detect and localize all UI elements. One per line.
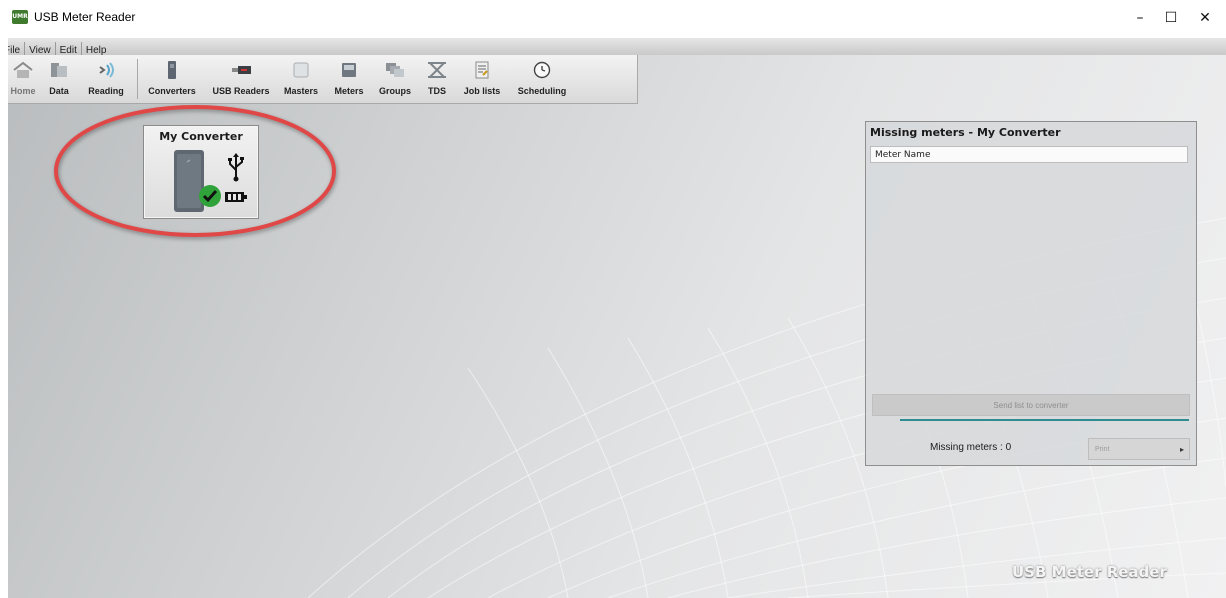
clock-icon xyxy=(533,61,551,79)
print-label: Print xyxy=(1095,446,1110,453)
battery-icon xyxy=(225,192,247,202)
converter-device-icon xyxy=(168,61,176,79)
toolbar-separator xyxy=(137,59,138,99)
toolbar-scheduling-label: Scheduling xyxy=(517,86,567,96)
job-list-icon xyxy=(475,61,489,79)
minimize-button[interactable]: – xyxy=(1125,6,1155,30)
panel-title: Missing meters - My Converter xyxy=(870,126,1061,139)
missing-meters-count: Missing meters : 0 xyxy=(930,442,1012,453)
title-bar: UMR USB Meter Reader – ☐ ✕ xyxy=(0,0,1226,38)
toolbar-reading-button[interactable]: Reading xyxy=(80,55,132,103)
toolbar-meters-label: Meters xyxy=(334,86,364,96)
brand-watermark: USB Meter Reader xyxy=(1012,563,1167,581)
meter-name-column-header[interactable]: Meter Name xyxy=(870,146,1188,163)
send-progress-bar xyxy=(900,419,1189,421)
usb-icon xyxy=(228,153,244,182)
toolbar-meters-button[interactable]: Meters xyxy=(328,55,370,103)
toolbar-groups-button[interactable]: Groups xyxy=(373,55,417,103)
toolbar: Home Data Reading Converters USB Readers… xyxy=(8,55,638,104)
toolbar-home-label: Home xyxy=(10,86,36,96)
toolbar-data-label: Data xyxy=(49,86,69,96)
toolbar-tds-button[interactable]: TDS xyxy=(420,55,454,103)
converter-name: My Converter xyxy=(159,130,243,143)
toolbar-scheduling-button[interactable]: Scheduling xyxy=(511,55,573,103)
send-list-button[interactable]: Send list to converter xyxy=(872,394,1190,416)
converter-card[interactable]: My Converter xyxy=(143,125,259,219)
tds-icon xyxy=(428,62,446,78)
groups-icon xyxy=(386,63,404,77)
toolbar-job-lists-button[interactable]: Job lists xyxy=(457,55,507,103)
maximize-button[interactable]: ☐ xyxy=(1156,6,1186,30)
reading-signal-icon xyxy=(99,62,114,78)
usb-reader-icon xyxy=(232,66,251,74)
home-icon xyxy=(13,61,33,78)
missing-meters-panel: Missing meters - My Converter Meter Name… xyxy=(865,121,1197,466)
toolbar-home-button[interactable]: Home xyxy=(8,55,40,103)
app-workspace: FileViewEditHelp Home Data Reading xyxy=(8,38,1226,598)
toolbar-masters-label: Masters xyxy=(283,86,319,96)
toolbar-groups-label: Groups xyxy=(378,86,411,96)
menu-bar: FileViewEditHelp xyxy=(8,38,1226,57)
close-button[interactable]: ✕ xyxy=(1190,6,1220,30)
toolbar-usb-readers-label: USB Readers xyxy=(212,86,270,96)
toolbar-tds-label: TDS xyxy=(428,86,446,96)
toolbar-usb-readers-button[interactable]: USB Readers xyxy=(207,55,275,103)
app-icon: UMR xyxy=(12,10,28,24)
dropdown-arrow-icon: ▸ xyxy=(1179,445,1184,454)
check-icon xyxy=(199,185,221,207)
toolbar-masters-button[interactable]: Masters xyxy=(278,55,324,103)
toolbar-converters-button[interactable]: Converters xyxy=(142,55,202,103)
masters-icon xyxy=(293,62,309,78)
toolbar-data-button[interactable]: Data xyxy=(42,55,76,103)
toolbar-reading-label: Reading xyxy=(88,86,124,96)
window-title: USB Meter Reader xyxy=(34,10,136,24)
data-icon xyxy=(51,63,67,77)
progress-fill xyxy=(900,419,1189,421)
toolbar-job-lists-label: Job lists xyxy=(463,86,501,96)
print-dropdown[interactable]: Print ▸ xyxy=(1088,438,1190,460)
meters-icon xyxy=(342,63,356,77)
toolbar-converters-label: Converters xyxy=(148,86,196,96)
